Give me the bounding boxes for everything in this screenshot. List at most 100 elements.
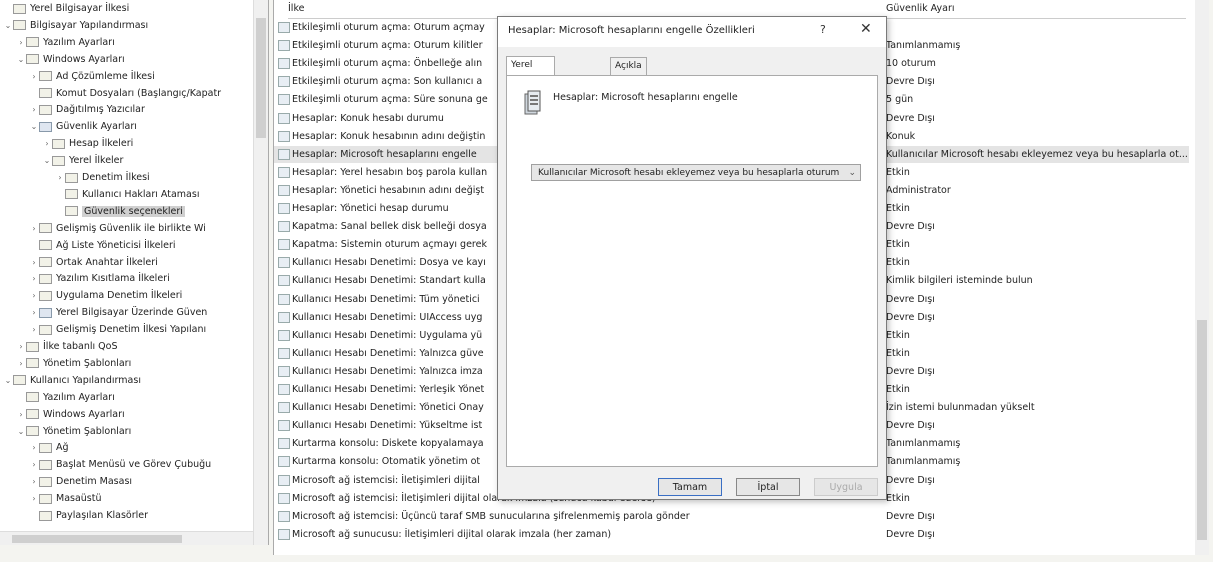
tree-item[interactable]: Güvenlik seçenekleri xyxy=(0,204,185,219)
chevron-right-icon[interactable]: › xyxy=(29,271,39,286)
chevron-right-icon[interactable]: › xyxy=(16,407,26,422)
chevron-right-icon[interactable]: › xyxy=(42,136,52,151)
chevron-down-icon[interactable]: ⌄ xyxy=(3,18,13,33)
chevron-right-icon[interactable]: › xyxy=(29,440,39,455)
tree-item[interactable]: › Yazılım Ayarları xyxy=(0,35,114,50)
tree-item[interactable]: ⌄ Güvenlik Ayarları xyxy=(0,119,137,134)
chevron-right-icon[interactable]: › xyxy=(16,356,26,371)
tree-item[interactable]: › Yazılım Kısıtlama İlkeleri xyxy=(0,271,169,286)
folder-icon xyxy=(65,172,78,183)
tree-item[interactable]: › Gelişmiş Güvenlik ile birlikte Wi xyxy=(0,221,206,236)
tree-item[interactable]: › Dağıtılmış Yazıcılar xyxy=(0,102,144,117)
chevron-right-icon[interactable]: › xyxy=(16,339,26,354)
folder-icon xyxy=(39,493,52,504)
tree-item[interactable]: › Masaüstü xyxy=(0,491,101,506)
chevron-right-icon[interactable]: › xyxy=(55,170,65,185)
tree-item[interactable]: Paylaşılan Klasörler xyxy=(0,508,148,523)
tree-scroll-thumb[interactable] xyxy=(256,18,266,138)
chevron-down-icon[interactable]: ⌄ xyxy=(3,373,13,388)
chevron-right-icon[interactable]: › xyxy=(29,322,39,337)
tree-item[interactable]: ⌄ Bilgisayar Yapılandırması xyxy=(0,18,149,33)
list-scroll-thumb[interactable] xyxy=(1197,320,1207,540)
folder-icon xyxy=(26,392,39,403)
chevron-down-icon: ⌄ xyxy=(848,168,856,178)
tree-item[interactable]: › Yerel Bilgisayar Üzerinde Güven xyxy=(0,305,207,320)
chevron-right-icon[interactable]: › xyxy=(29,69,39,84)
tree-item-label: Yerel Bilgisayar Üzerinde Güven xyxy=(56,307,208,319)
policy-name: Etkileşimli oturum açma: Oturum açmay xyxy=(292,22,485,33)
chevron-right-icon[interactable]: › xyxy=(29,255,39,270)
tree-item[interactable]: › Hesap İlkeleri xyxy=(0,136,133,151)
tab-local-security-setting[interactable]: Yerel Güvenlik Ayarı xyxy=(506,56,556,104)
tree-horizontal-scrollbar[interactable] xyxy=(0,531,253,545)
tree-item[interactable]: › Başlat Menüsü ve Görev Çubuğu xyxy=(0,457,211,472)
help-icon[interactable]: ? xyxy=(820,23,826,36)
policy-row[interactable]: Microsoft ağ istemcisi: Üçüncü taraf SMB… xyxy=(274,508,1189,525)
tree-item[interactable]: › Denetim Masası xyxy=(0,474,132,489)
tree-item[interactable]: ⌄ Windows Ayarları xyxy=(0,52,125,67)
list-vertical-scrollbar[interactable] xyxy=(1195,0,1209,555)
tab-panel: Hesaplar: Microsoft hesaplarını engelle … xyxy=(506,75,878,467)
chevron-right-icon[interactable]: › xyxy=(29,221,39,236)
policy-name: Kullanıcı Hesabı Denetimi: Yalnızca imza xyxy=(292,365,483,377)
close-icon[interactable]: ✕ xyxy=(860,21,872,37)
tree-item[interactable]: ⌄ Kullanıcı Yapılandırması xyxy=(0,373,141,388)
tree-item[interactable]: Yazılım Ayarları xyxy=(0,390,115,405)
policy-setting: Kimlik bilgileri isteminde bulun xyxy=(886,275,1033,287)
tree-item-label: Kullanıcı Hakları Ataması xyxy=(82,188,200,200)
tree-item[interactable]: › Ağ xyxy=(0,440,68,455)
tree-item[interactable]: › Ad Çözümleme İlkesi xyxy=(0,69,154,84)
tree-item[interactable]: ⌄ Yönetim Şablonları xyxy=(0,424,132,439)
tree-hscroll-thumb[interactable] xyxy=(12,535,182,543)
column-header-setting[interactable]: Güvenlik Ayarı xyxy=(886,0,1186,19)
policy-row[interactable]: Microsoft ağ sunucusu: İletişimleri diji… xyxy=(274,526,1189,543)
chevron-down-icon[interactable]: ⌄ xyxy=(16,424,26,439)
policy-setting-dropdown[interactable]: Kullanıcılar Microsoft hesabı ekleyemez … xyxy=(531,164,861,181)
tree-item[interactable]: Ağ Liste Yöneticisi İlkeleri xyxy=(0,238,176,253)
policy-icon xyxy=(278,40,290,52)
policy-setting: İzin istemi bulunmadan yükselt xyxy=(886,402,1035,414)
policy-icon xyxy=(278,58,290,70)
chevron-down-icon[interactable]: ⌄ xyxy=(16,52,26,67)
tree-item[interactable]: Kullanıcı Hakları Ataması xyxy=(0,187,199,202)
chevron-down-icon[interactable]: ⌄ xyxy=(42,153,52,168)
apply-button[interactable]: Uygula xyxy=(814,478,878,496)
policy-icon xyxy=(278,76,290,88)
tree-item[interactable]: Komut Dosyaları (Başlangıç/Kapatr xyxy=(0,86,221,101)
policy-setting: 5 gün xyxy=(886,94,914,106)
policy-name: Kapatma: Sistemin oturum açmayı gerek xyxy=(292,239,487,251)
policy-setting: Etkin xyxy=(886,257,910,269)
tree-item[interactable]: › Ortak Anahtar İlkeleri xyxy=(0,255,157,270)
dialog-title: Hesaplar: Microsoft hesaplarını engelle … xyxy=(508,25,755,36)
tree-item[interactable]: ⌄ Yerel İlkeler xyxy=(0,153,124,168)
tree-item[interactable]: › İlke tabanlı QoS xyxy=(0,339,117,354)
tree-item[interactable]: › Yönetim Şablonları xyxy=(0,356,131,371)
chevron-down-icon[interactable]: ⌄ xyxy=(29,119,39,134)
folder-icon xyxy=(39,324,52,335)
tree-item[interactable]: › Windows Ayarları xyxy=(0,407,124,422)
cancel-button[interactable]: İptal xyxy=(736,478,800,496)
tree-item-label: Yazılım Ayarları xyxy=(43,391,115,403)
chevron-right-icon[interactable]: › xyxy=(29,474,39,489)
tree-item[interactable]: › Denetim İlkesi xyxy=(0,170,149,185)
policy-setting: Etkin xyxy=(886,347,910,359)
tree-item[interactable]: Yerel Bilgisayar İlkesi xyxy=(0,1,129,16)
chevron-right-icon[interactable]: › xyxy=(29,305,39,320)
chevron-right-icon[interactable]: › xyxy=(29,491,39,506)
tree-item[interactable]: › Uygulama Denetim İlkeleri xyxy=(0,288,182,303)
tree-vertical-scrollbar[interactable] xyxy=(253,0,268,545)
chevron-right-icon[interactable]: › xyxy=(16,35,26,50)
tab-explain[interactable]: Açıkla xyxy=(610,57,647,75)
chevron-right-icon[interactable]: › xyxy=(29,288,39,303)
tree-item-label: Gelişmiş Denetim İlkesi Yapılanı xyxy=(56,324,207,336)
policy-setting: Etkin xyxy=(886,239,910,251)
dialog-titlebar[interactable]: Hesaplar: Microsoft hesaplarını engelle … xyxy=(498,17,886,47)
policy-setting: Etkin xyxy=(886,492,910,504)
chevron-right-icon[interactable]: › xyxy=(29,102,39,117)
policy-setting: Administrator xyxy=(886,184,951,196)
tree-item[interactable]: › Gelişmiş Denetim İlkesi Yapılanı xyxy=(0,322,206,337)
chevron-right-icon[interactable]: › xyxy=(29,457,39,472)
policy-setting: Tanımlanmamış xyxy=(886,40,961,52)
policy-name: Kullanıcı Hesabı Denetimi: Yönetici Onay xyxy=(292,402,484,414)
ok-button[interactable]: Tamam xyxy=(658,478,722,496)
